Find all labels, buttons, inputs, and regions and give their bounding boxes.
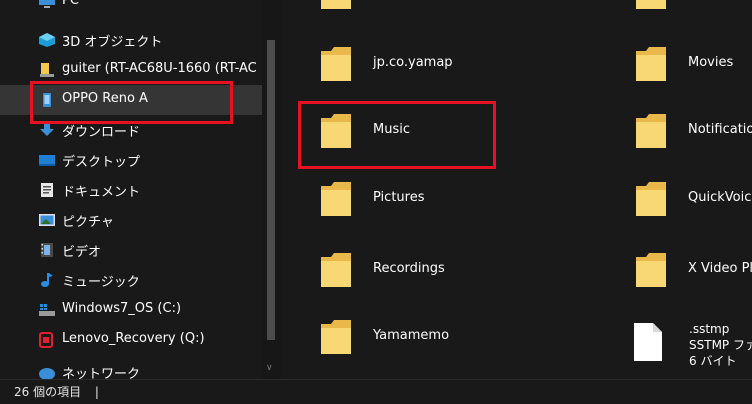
- folder-icon: [634, 45, 668, 83]
- folder-name: Recordings: [373, 261, 445, 276]
- folder-yamamemo[interactable]: Yamamemo: [281, 305, 561, 365]
- nav-item-label: 3D オブジェクト: [62, 35, 163, 50]
- documents-icon: [38, 182, 55, 198]
- folder-jp-co-yamap[interactable]: jp.co.yamap: [281, 32, 561, 92]
- list-item[interactable]: [594, 0, 752, 20]
- nav-item-label: ミュージック: [62, 275, 140, 290]
- folder-x-video-player[interactable]: X Video Player: [594, 238, 752, 298]
- desktop-icon: [38, 152, 55, 168]
- folder-name: Yamamemo: [373, 328, 450, 343]
- scroll-down-icon[interactable]: ∨: [266, 363, 276, 373]
- drive-icon: [38, 302, 55, 318]
- file-list: jp.co.yamap Movies Music Notifications P…: [281, 0, 752, 379]
- nav-item-drive-q[interactable]: Lenovo_Recovery (Q:): [0, 325, 262, 355]
- folder-name: jp.co.yamap: [373, 55, 453, 70]
- folder-icon: [634, 0, 668, 11]
- nav-item-drive-c[interactable]: Windows7_OS (C:): [0, 295, 262, 325]
- scrollbar-thumb[interactable]: [267, 40, 275, 340]
- nav-item-3d-objects[interactable]: 3D オブジェクト: [0, 25, 262, 55]
- navigation-pane: PC 3D オブジェクト guiter (RT-AC68U-1660 (RT-A…: [0, 0, 262, 379]
- folder-name: Pictures: [373, 190, 425, 205]
- folder-icon: [319, 0, 353, 11]
- file-type: SSTMP ファイル: [689, 338, 752, 352]
- network-icon: [38, 364, 55, 379]
- nav-item-label: ネットワーク: [62, 367, 141, 379]
- folder-icon: [319, 45, 353, 83]
- item-count: 26 個の項目: [14, 385, 82, 399]
- nav-item-label: デスクトップ: [62, 155, 141, 170]
- folder-pictures[interactable]: Pictures: [281, 167, 561, 227]
- folder-movies[interactable]: Movies: [594, 32, 752, 92]
- nav-item-pc[interactable]: PC: [0, 0, 262, 17]
- nav-item-documents[interactable]: ドキュメント: [0, 175, 262, 205]
- nav-item-music[interactable]: ミュージック: [0, 265, 262, 295]
- file-size: 6 バイト: [689, 354, 737, 368]
- nav-scrollbar[interactable]: ∨: [262, 0, 281, 379]
- pictures-icon: [38, 212, 55, 228]
- 3d-objects-icon: [38, 32, 55, 48]
- folder-name: X Video Player: [688, 261, 752, 276]
- folder-recordings[interactable]: Recordings: [281, 238, 561, 298]
- nav-item-videos[interactable]: ビデオ: [0, 235, 262, 265]
- nav-item-label: ピクチャ: [62, 215, 114, 230]
- folder-name: Movies: [688, 55, 734, 70]
- folder-icon: [634, 251, 668, 289]
- nav-item-network[interactable]: ネットワーク: [0, 357, 262, 379]
- folder-quickvoice[interactable]: QuickVoice: [594, 167, 752, 227]
- highlight-box-nav: [30, 81, 233, 124]
- highlight-box-music: [298, 101, 496, 169]
- nav-item-label: Windows7_OS (C:): [62, 301, 182, 316]
- nav-item-label: PC: [62, 0, 79, 8]
- nav-item-label: guiter (RT-AC68U-1660 (RT-AC: [62, 61, 257, 76]
- recovery-drive-icon: [38, 332, 55, 348]
- status-separator: |: [94, 385, 99, 399]
- nav-item-pictures[interactable]: ピクチャ: [0, 205, 262, 235]
- nav-item-desktop[interactable]: デスクトップ: [0, 145, 262, 175]
- folder-icon: [319, 318, 353, 356]
- network-drive-icon: [38, 62, 55, 78]
- nav-item-label: ドキュメント: [62, 185, 141, 200]
- nav-item-label: Lenovo_Recovery (Q:): [62, 331, 205, 346]
- file-icon: [633, 322, 663, 362]
- folder-name: Notifications: [688, 122, 752, 137]
- folder-icon: [634, 112, 668, 150]
- file-name: .sstmp: [689, 322, 730, 336]
- videos-icon: [38, 242, 55, 258]
- nav-item-label: ビデオ: [62, 245, 102, 260]
- pc-icon: [38, 0, 55, 10]
- folder-name: QuickVoice: [688, 190, 752, 205]
- status-bar: 26 個の項目 |: [0, 379, 752, 404]
- folder-notifications[interactable]: Notifications: [594, 99, 752, 159]
- music-icon: [38, 272, 55, 288]
- folder-icon: [634, 180, 668, 218]
- downloads-icon: [38, 122, 55, 138]
- folder-icon: [319, 251, 353, 289]
- list-item[interactable]: [281, 0, 561, 20]
- folder-icon: [319, 180, 353, 218]
